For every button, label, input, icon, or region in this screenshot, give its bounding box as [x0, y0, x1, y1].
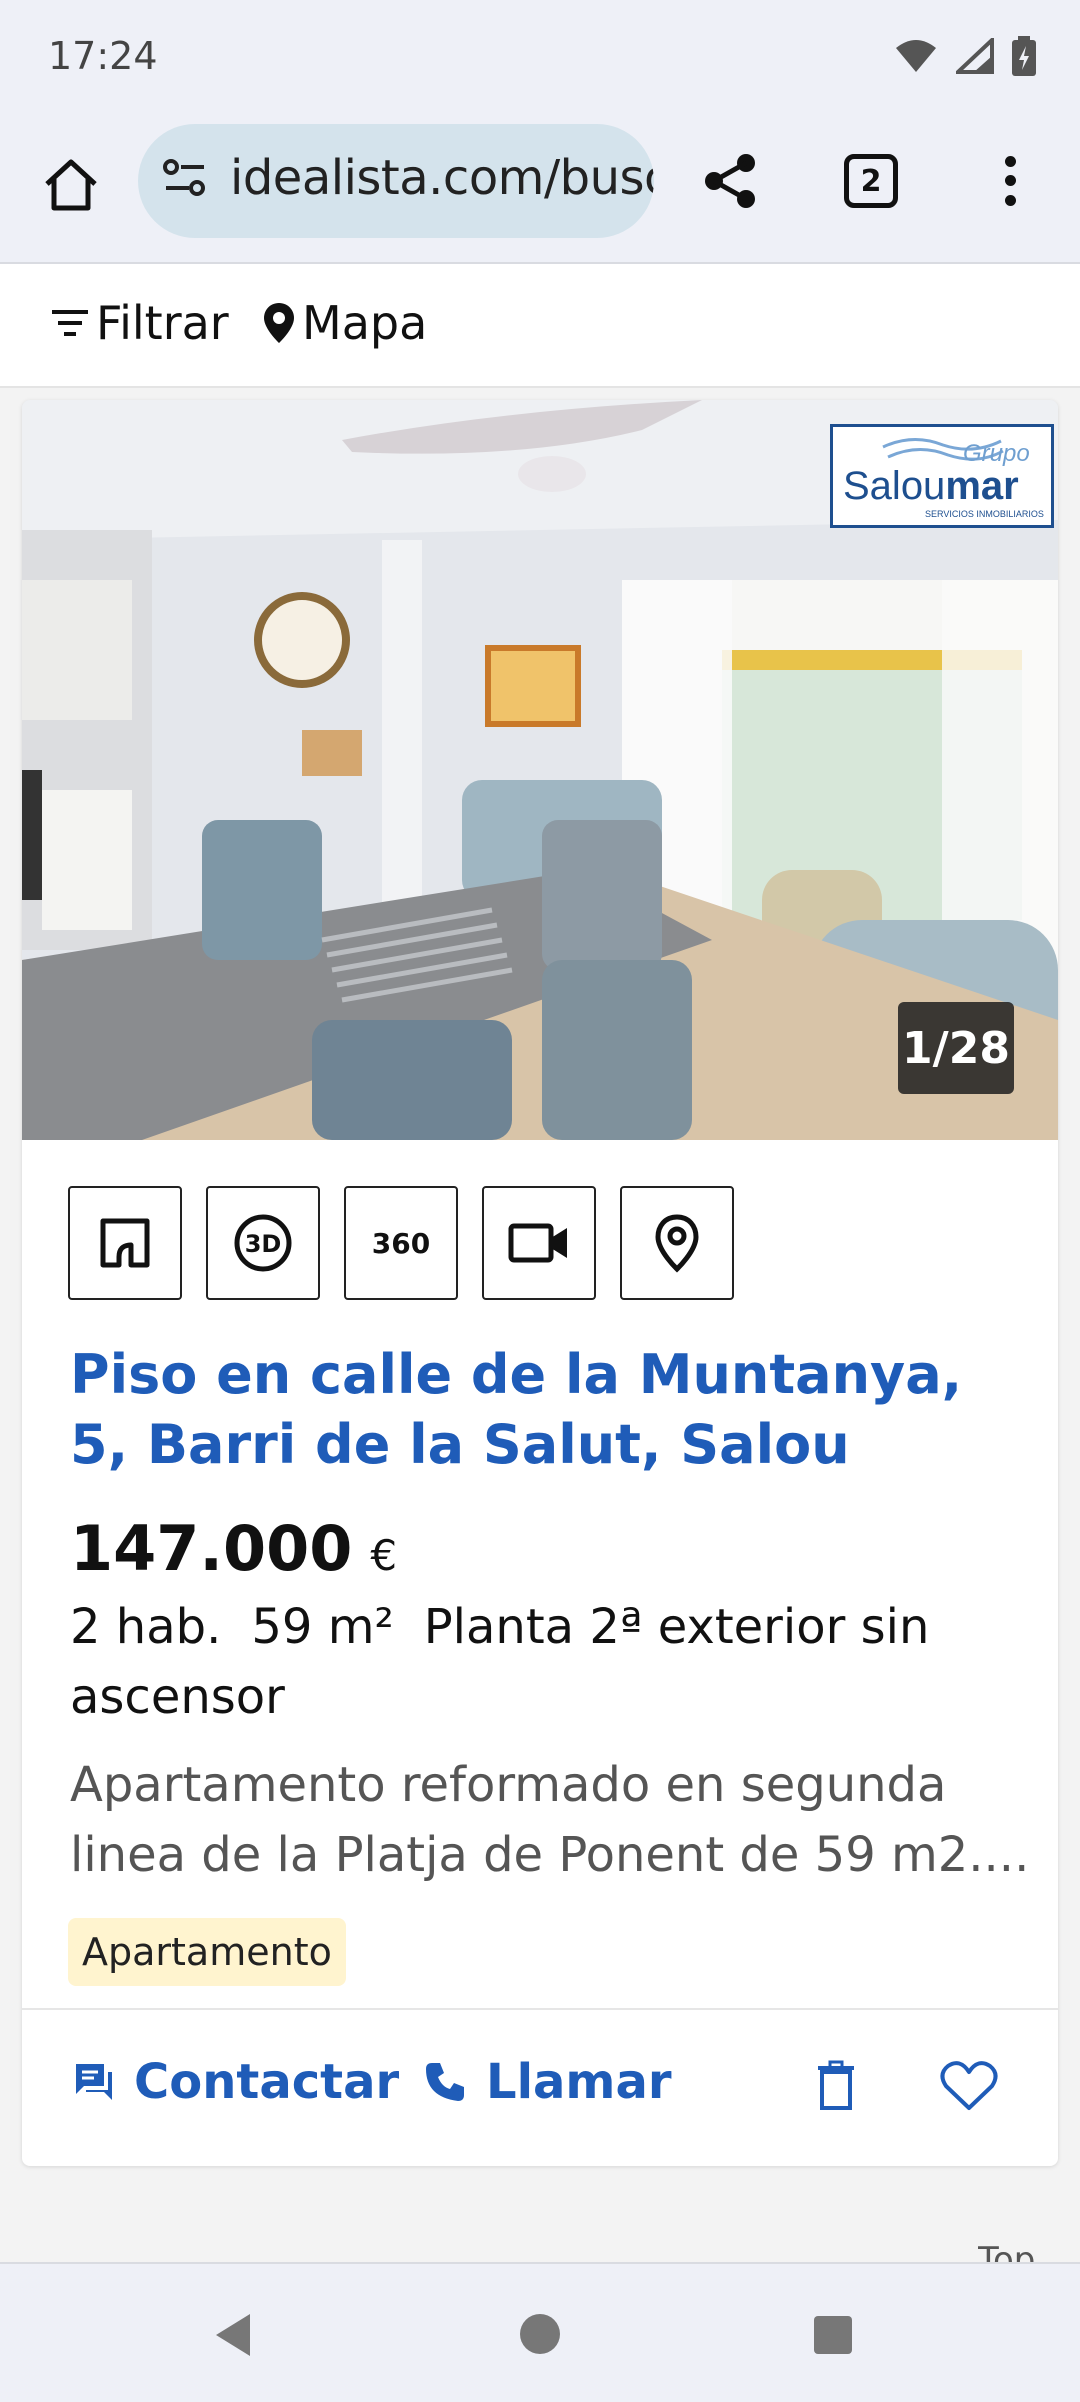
call-button[interactable]: Llamar — [422, 2054, 672, 2110]
wifi-icon — [896, 40, 936, 72]
share-button[interactable] — [696, 146, 766, 216]
call-label: Llamar — [486, 2054, 672, 2110]
svg-text:360: 360 — [372, 1227, 430, 1260]
3d-tour-icon: 3D — [234, 1214, 292, 1272]
home-icon — [45, 159, 97, 211]
url-text: idealista.com/busc — [230, 150, 654, 206]
map-pin-icon — [264, 303, 294, 343]
size: 59 m² — [251, 1599, 394, 1655]
address-bar[interactable]: idealista.com/busc — [138, 124, 654, 238]
price-row: 147.000 € — [70, 1512, 397, 1585]
svg-text:Grupo: Grupo — [963, 440, 1030, 467]
map-button[interactable]: Mapa — [262, 296, 427, 350]
listing-actions: Contactar Llamar — [22, 2010, 1058, 2166]
contact-button[interactable]: Contactar — [72, 2054, 399, 2110]
agency-wave-logo: Grupo Saloumar SERVICIOS INMOBILIARIOS — [843, 438, 1044, 519]
video-button[interactable] — [482, 1186, 596, 1300]
contact-label: Contactar — [134, 2054, 400, 2110]
floor-plan-button[interactable] — [68, 1186, 182, 1300]
recents-icon[interactable] — [814, 2316, 852, 2354]
menu-dot — [1004, 175, 1016, 187]
browser-toolbar: idealista.com/busc 2 — [0, 120, 1080, 264]
site-settings-icon — [163, 159, 205, 196]
currency: € — [370, 1531, 398, 1580]
status-time: 17:24 — [48, 34, 158, 78]
signal-icon — [956, 38, 994, 74]
price: 147.000 — [70, 1512, 353, 1585]
listing-description: Apartamento reformado en segunda linea d… — [70, 1757, 1030, 1883]
menu-dot — [1004, 156, 1016, 168]
floor-plan-icon — [100, 1218, 150, 1268]
trash-icon — [818, 2060, 854, 2110]
location-pin-icon — [655, 1214, 699, 1273]
svg-text:SERVICIOS INMOBILIARIOS: SERVICIOS INMOBILIARIOS — [925, 509, 1044, 519]
home-nav-icon[interactable] — [520, 2314, 560, 2354]
home-button[interactable] — [36, 150, 106, 220]
listing-title[interactable]: Piso en calle de la Muntanya, 5, Barri d… — [70, 1340, 990, 1480]
media-icons-row: 3D 360 — [68, 1186, 734, 1300]
listing-details: 2 hab. 59 m² Planta 2ª exterior sin ascens… — [70, 1592, 1000, 1732]
photo-counter: 1/28 — [898, 1002, 1014, 1094]
back-icon[interactable] — [214, 2312, 254, 2358]
battery-icon — [1012, 36, 1036, 76]
rooms: 2 hab. — [70, 1599, 222, 1655]
filter-button[interactable]: Filtrar — [50, 296, 229, 350]
discard-button[interactable] — [804, 2054, 868, 2118]
filter-label: Filtrar — [96, 296, 229, 350]
menu-dot — [1004, 194, 1016, 206]
system-nav-bar — [0, 2262, 1080, 2402]
360-view-icon: 360 — [372, 1227, 430, 1260]
phone-icon — [426, 2063, 464, 2101]
property-type-tag: Apartamento — [68, 1918, 346, 1986]
status-icons — [894, 36, 1036, 76]
listing-card[interactable]: Grupo Saloumar SERVICIOS INMOBILIARIOS 1… — [22, 400, 1058, 2166]
svg-text:3D: 3D — [245, 1230, 282, 1258]
3d-tour-button[interactable]: 3D — [206, 1186, 320, 1300]
svg-text:Saloumar: Saloumar — [843, 464, 1019, 508]
filter-icon — [52, 310, 88, 336]
favorite-button[interactable] — [934, 2054, 1004, 2118]
filter-bar: Filtrar Mapa — [0, 264, 1080, 388]
agency-logo[interactable]: Grupo Saloumar SERVICIOS INMOBILIARIOS — [830, 424, 1054, 528]
browser-menu-button[interactable] — [990, 146, 1030, 216]
tab-switcher-button[interactable]: 2 — [844, 154, 898, 208]
location-button[interactable] — [620, 1186, 734, 1300]
listing-photo[interactable]: Grupo Saloumar SERVICIOS INMOBILIARIOS 1… — [22, 400, 1058, 1140]
360-view-button[interactable]: 360 — [344, 1186, 458, 1300]
map-label: Mapa — [302, 296, 428, 350]
heart-icon — [940, 2061, 998, 2110]
chat-icon — [76, 2064, 112, 2100]
status-bar: 17:24 — [0, 0, 1080, 120]
share-icon — [705, 154, 755, 208]
video-icon — [508, 1223, 567, 1263]
